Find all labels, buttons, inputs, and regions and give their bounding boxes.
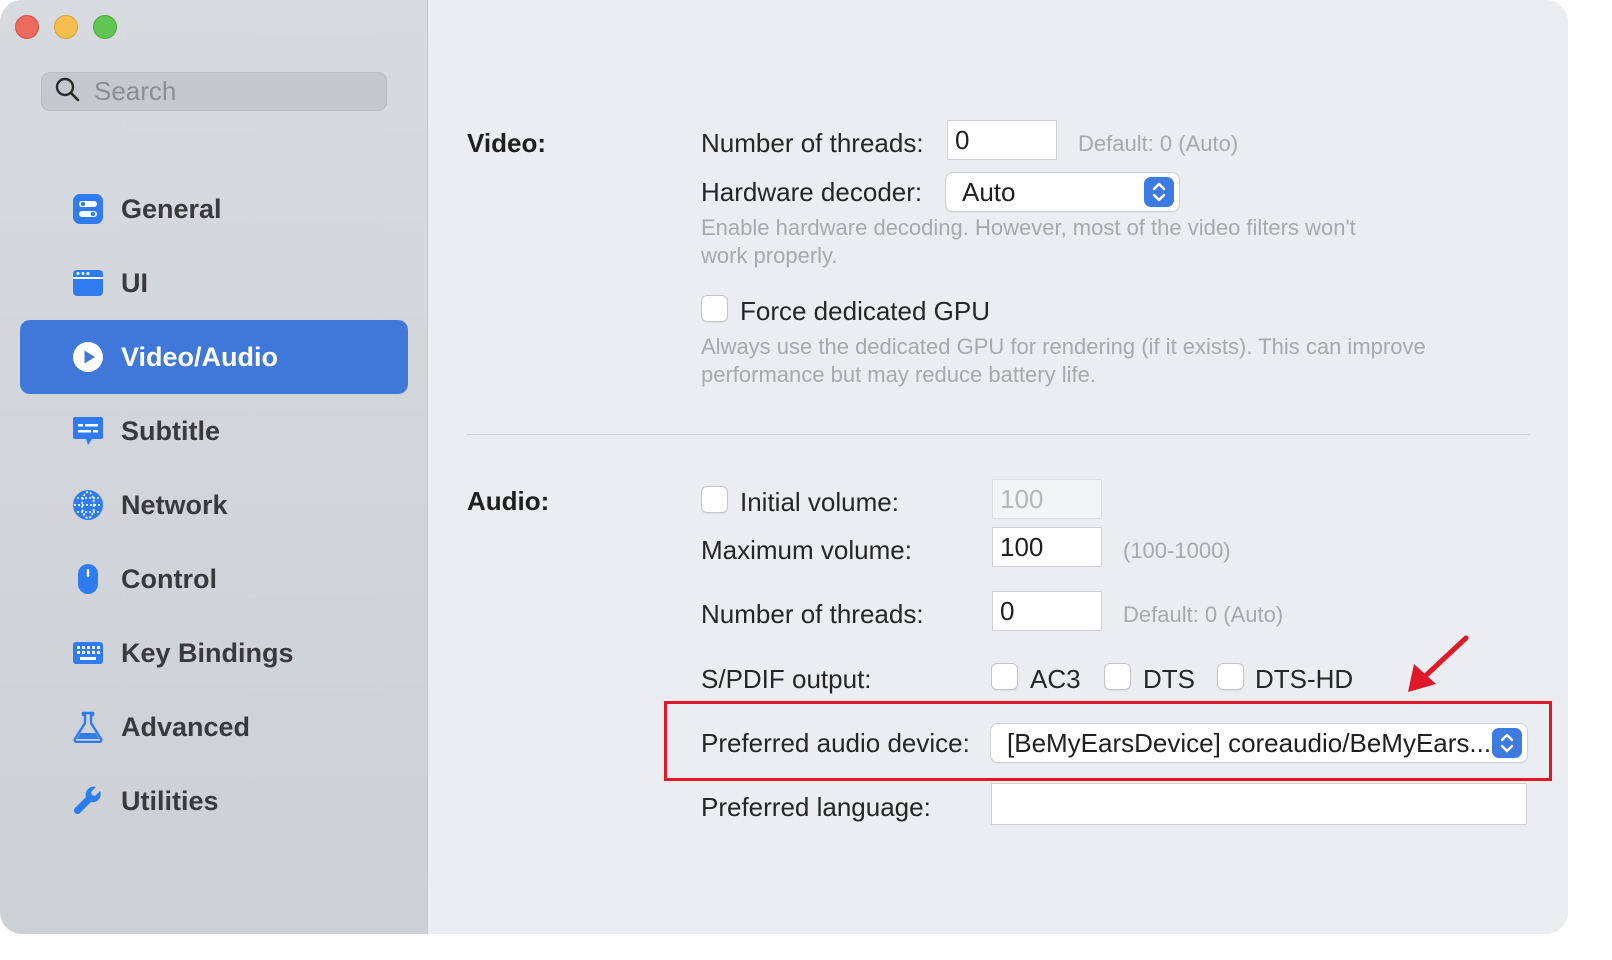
initial-volume-label: Initial volume: [740,487,899,517]
audio-section-title: Audio: [467,486,550,516]
play-circle-icon [72,341,104,373]
wrench-icon [72,785,104,817]
spdif-dts-checkbox[interactable] [1104,663,1131,690]
sidebar-item-label: Advanced [121,711,251,742]
force-gpu-label: Force dedicated GPU [740,296,991,326]
sidebar-item-advanced[interactable]: Advanced [20,690,408,764]
hw-decoder-popup[interactable]: Auto [946,173,1179,211]
spdif-dts-hd-label: DTS-HD [1255,664,1354,694]
sidebar-item-ui[interactable]: UI [20,246,408,320]
max-volume-label: Maximum volume: [701,535,912,565]
spdif-ac3-label: AC3 [1030,664,1081,694]
sidebar-item-label: Key Bindings [121,637,294,668]
sidebar-item-general[interactable]: General [20,172,408,246]
audio-threads-label: Number of threads: [701,599,924,629]
section-separator [467,434,1530,435]
sidebar-item-label: UI [121,267,148,298]
annotation-arrow-icon [1404,634,1474,696]
zoom-window-button[interactable] [93,15,117,39]
spdif-ac3-checkbox[interactable] [991,663,1018,690]
audio-device-value: [BeMyEarsDevice] coreaudio/BeMyEars... [1007,727,1492,758]
search-icon [54,76,80,107]
audio-threads-hint: Default: 0 (Auto) [1123,602,1284,627]
keyboard-icon [72,637,104,669]
flask-icon [72,711,104,743]
video-threads-hint: Default: 0 (Auto) [1078,131,1239,156]
popup-chevrons-icon [1492,728,1522,758]
preferences-window: Search General UI Video/Audio Subtitle N… [0,0,1568,934]
initial-volume-input[interactable]: 100 [992,479,1102,519]
force-gpu-hint-line2: performance but may reduce battery life. [701,362,1096,387]
minimize-window-button[interactable] [54,15,78,39]
sidebar-item-label: Video/Audio [121,341,279,372]
force-gpu-hint-line1: Always use the dedicated GPU for renderi… [701,334,1426,359]
preferred-language-input[interactable] [991,783,1527,825]
sidebar-item-subtitle[interactable]: Subtitle [20,394,408,468]
search-field[interactable]: Search [41,72,387,111]
close-window-button[interactable] [15,15,39,39]
sidebar-item-control[interactable]: Control [20,542,408,616]
audio-device-label: Preferred audio device: [701,728,970,758]
video-section-title: Video: [467,128,546,158]
video-threads-label: Number of threads: [701,128,924,158]
audio-device-popup[interactable]: [BeMyEarsDevice] coreaudio/BeMyEars... [991,724,1527,762]
sidebar: Search General UI Video/Audio Subtitle N… [0,0,428,934]
caption-bubble-icon [72,415,104,447]
hw-decoder-hint-line2: work properly. [701,243,838,268]
sidebar-item-label: Utilities [121,785,219,816]
sidebar-nav: General UI Video/Audio Subtitle Network … [20,172,408,838]
search-placeholder: Search [94,76,177,106]
audio-threads-input[interactable]: 0 [992,591,1102,631]
spdif-label: S/PDIF output: [701,664,872,694]
sidebar-item-label: General [121,193,222,224]
popup-chevrons-icon [1144,177,1174,207]
sidebar-item-label: Control [121,563,217,594]
preferred-language-label: Preferred language: [701,792,931,822]
spdif-dts-label: DTS [1143,664,1195,694]
sidebar-item-utilities[interactable]: Utilities [20,764,408,838]
window-icon [72,267,104,299]
video-threads-input[interactable]: 0 [947,120,1057,160]
settings-pane: Video: Number of threads: 0 Default: 0 (… [429,0,1568,934]
toggles-icon [72,193,104,225]
spdif-dts-hd-checkbox[interactable] [1217,663,1244,690]
hw-decoder-hint-line1: Enable hardware decoding. However, most … [701,215,1356,240]
force-gpu-checkbox[interactable] [701,295,728,322]
hw-decoder-label: Hardware decoder: [701,177,923,207]
mouse-icon [72,563,104,595]
sidebar-item-key-bindings[interactable]: Key Bindings [20,616,408,690]
hw-decoder-value: Auto [962,176,1016,207]
max-volume-input[interactable]: 100 [992,527,1102,567]
sidebar-item-video-audio[interactable]: Video/Audio [20,320,408,394]
initial-volume-checkbox[interactable] [701,486,728,513]
globe-icon [72,489,104,521]
sidebar-item-network[interactable]: Network [20,468,408,542]
max-volume-hint: (100-1000) [1123,538,1231,563]
sidebar-item-label: Network [121,489,228,520]
sidebar-item-label: Subtitle [121,415,220,446]
